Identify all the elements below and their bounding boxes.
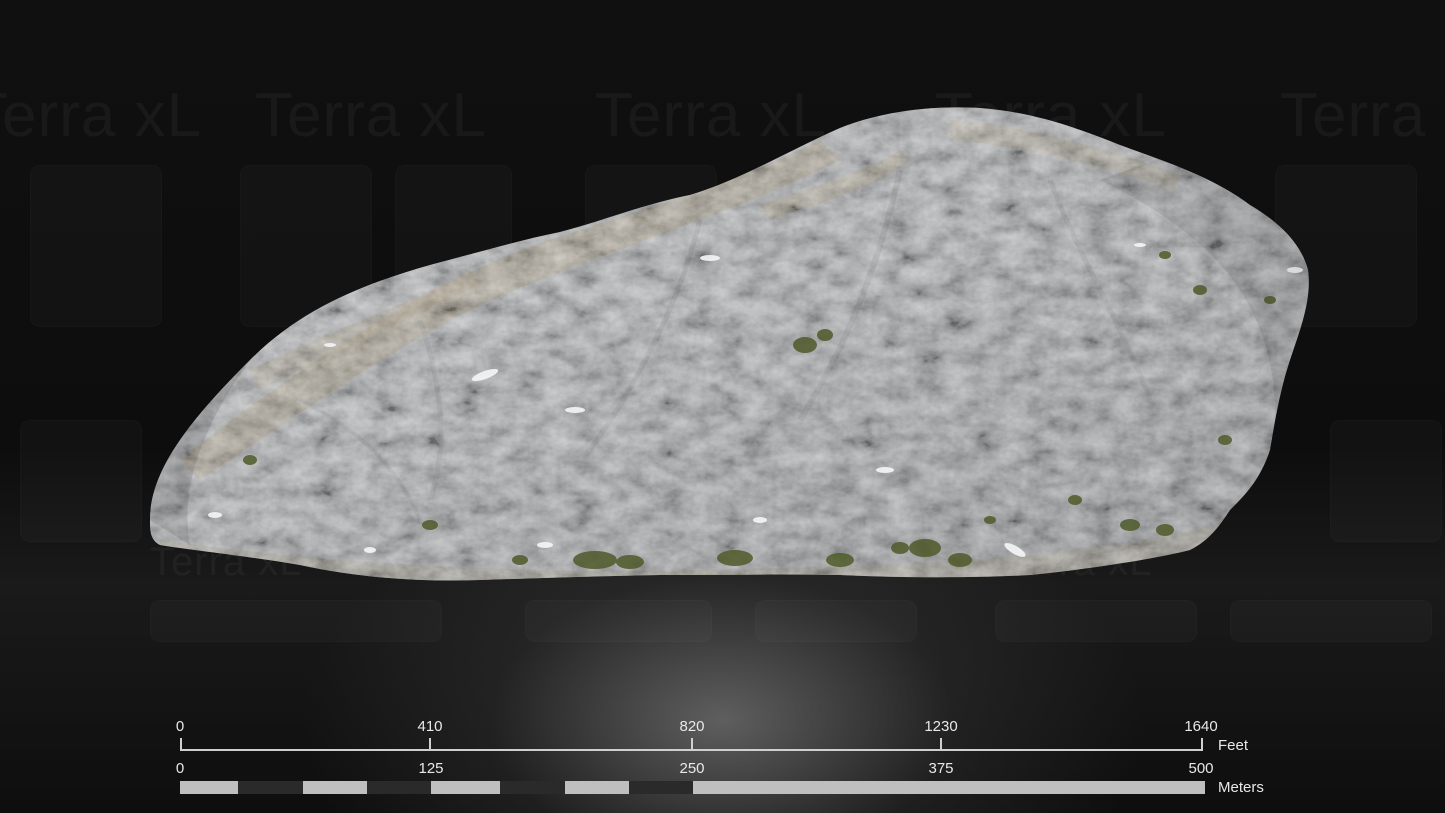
feet-tick-label: 1230 <box>924 718 958 735</box>
meters-unit-label: Meters <box>1218 779 1264 796</box>
feet-tick-label: 410 <box>417 718 443 735</box>
meters-tick-label: 250 <box>679 760 705 777</box>
viewer-canvas[interactable]: Terra xL Terra xL Terra xL Terra xL Terr… <box>0 0 1445 813</box>
feet-tick-label: 0 <box>175 718 185 735</box>
meters-tick-label: 125 <box>418 760 444 777</box>
meters-tick-label: 0 <box>175 760 185 777</box>
scale-bar <box>180 738 1205 794</box>
meters-tick-label: 500 <box>1188 760 1214 777</box>
feet-tick-label: 1640 <box>1184 718 1218 735</box>
feet-unit-label: Feet <box>1218 737 1249 754</box>
feet-tick-label: 820 <box>679 718 705 735</box>
meters-tick-label: 375 <box>928 760 954 777</box>
meters-scale-bar <box>180 781 1205 794</box>
